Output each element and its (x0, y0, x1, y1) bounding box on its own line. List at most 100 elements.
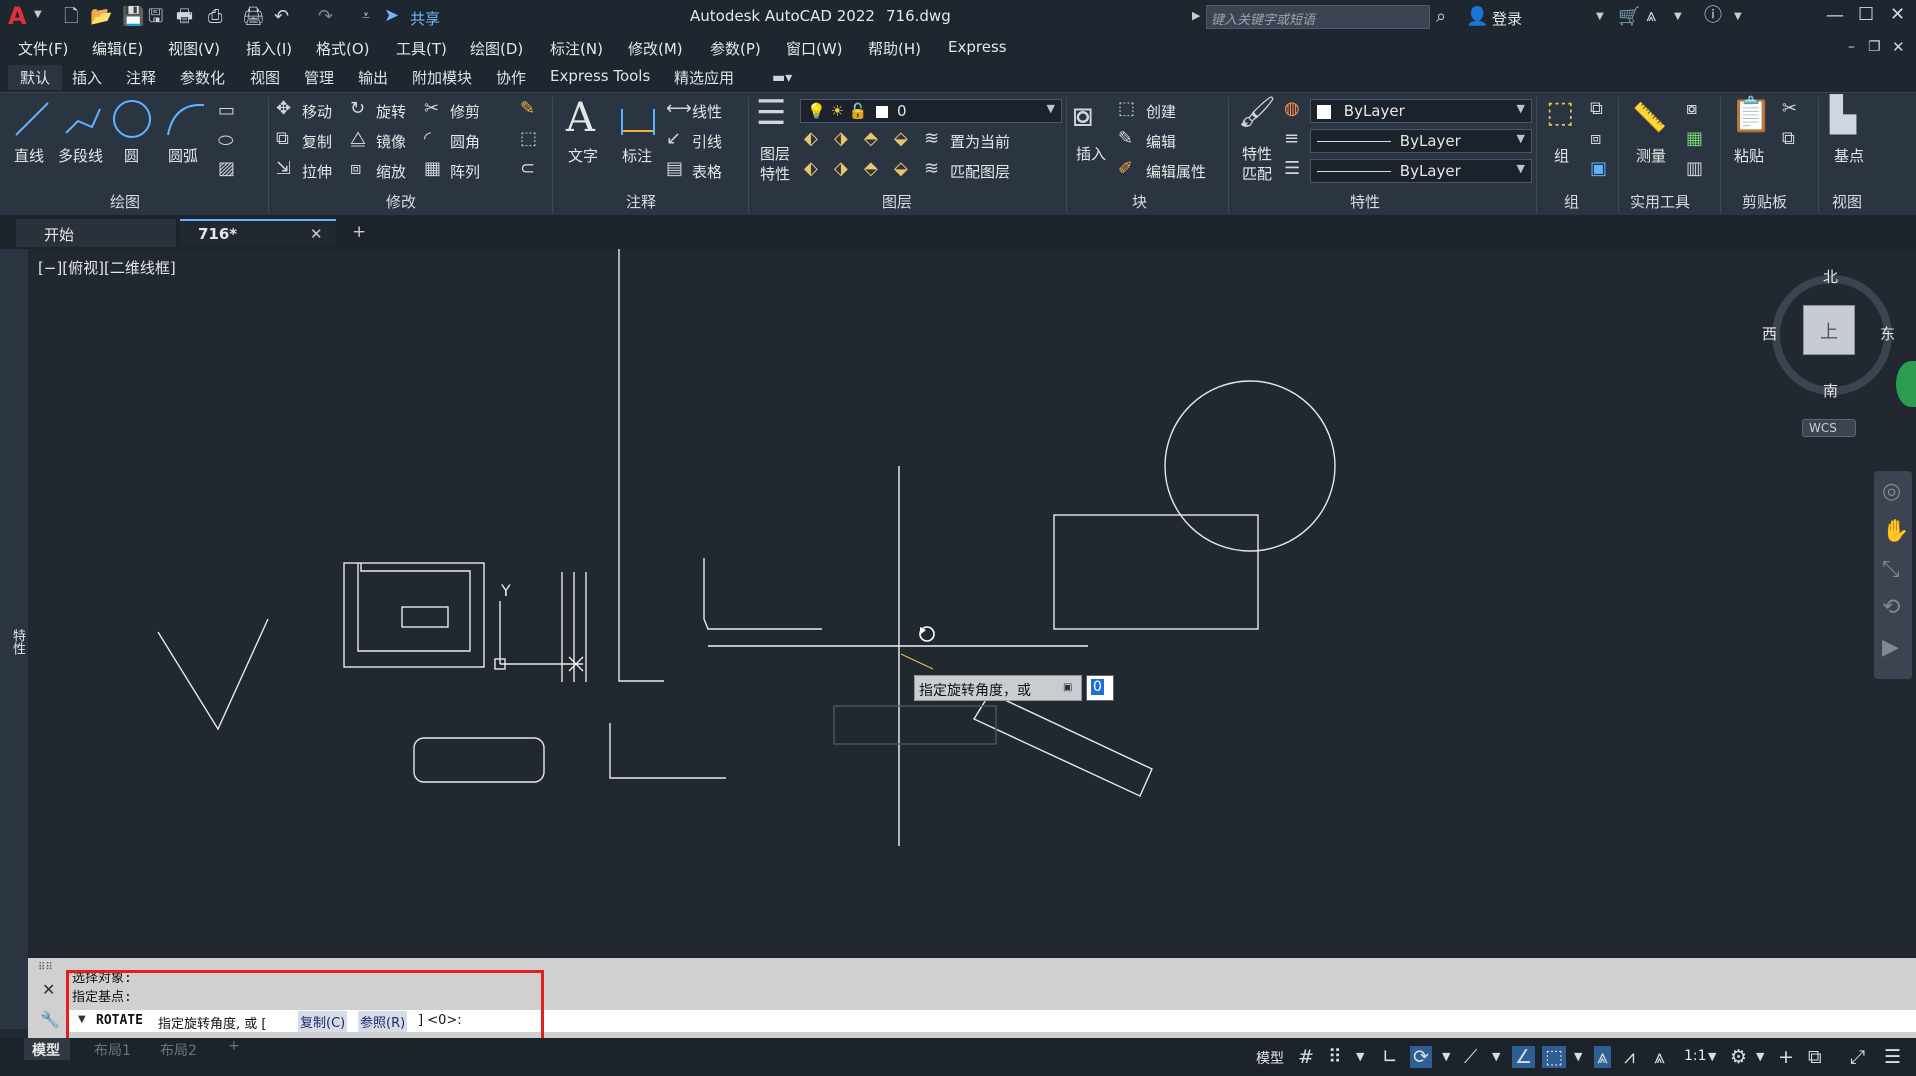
redo-icon[interactable]: ↷ (318, 7, 333, 27)
explode-icon[interactable]: ⬚ (520, 129, 537, 149)
print-icon[interactable]: 🖨 (242, 7, 265, 27)
array-icon[interactable]: ▦ (424, 159, 441, 179)
plot-icon[interactable]: 🖶 (176, 7, 193, 27)
trim-button[interactable]: 修剪 (450, 101, 480, 122)
dimension-icon[interactable] (618, 101, 658, 139)
plus-icon[interactable]: + (1778, 1046, 1794, 1068)
group-button[interactable]: 组 (1554, 145, 1569, 166)
stretch-button[interactable]: 拉伸 (302, 161, 332, 182)
group-layers-label[interactable]: 图层 (882, 191, 912, 212)
polar-icon[interactable]: ⟳ (1410, 1046, 1432, 1068)
group-utilities-label[interactable]: 实用工具 (1630, 191, 1690, 212)
circle-icon[interactable] (110, 97, 154, 141)
menu-edit[interactable]: 编辑(E) (92, 38, 143, 59)
table-button[interactable]: 表格 (692, 161, 722, 182)
text-button[interactable]: 文字 (568, 145, 598, 166)
tab-parametric[interactable]: 参数化 (180, 67, 225, 88)
base-button[interactable]: 基点 (1834, 145, 1864, 166)
select-all-icon[interactable]: ▦ (1686, 129, 1703, 149)
doc-restore-icon[interactable]: ❐ (1868, 37, 1881, 57)
doc-close-icon[interactable]: ✕ (1892, 37, 1905, 57)
side-label[interactable]: 特性 (8, 629, 27, 655)
autodesk-a360-icon[interactable]: ⩓ (1646, 6, 1656, 26)
menu-tools[interactable]: 工具(T) (396, 38, 447, 59)
menu-parametric[interactable]: 参数(P) (710, 38, 761, 59)
ungroup-icon[interactable]: ⧉ (1590, 99, 1603, 119)
layer-properties-icon[interactable]: ☰ (756, 93, 786, 133)
tab-output[interactable]: 输出 (358, 67, 388, 88)
customize-icon[interactable]: 🔧 (40, 1010, 60, 1029)
dimension-button[interactable]: 标注 (622, 145, 652, 166)
group-icon[interactable]: ⬚ (1546, 95, 1574, 131)
drawing-geometry[interactable]: Y (28, 249, 1916, 958)
scale-button[interactable]: 缩放 (376, 161, 406, 182)
showmotion-icon[interactable]: ▶ (1882, 635, 1899, 660)
cut-icon[interactable]: ✂ (1782, 99, 1797, 119)
layer-tool-icon[interactable]: ⬙ (894, 129, 908, 149)
menu-express[interactable]: Express (948, 38, 1007, 56)
cart-icon[interactable]: 🛒 (1618, 7, 1640, 27)
new-layout-icon[interactable]: + (228, 1038, 240, 1054)
model-space-button[interactable]: 模型 (1256, 1048, 1284, 1068)
menu-help[interactable]: 帮助(H) (868, 38, 921, 59)
copy-icon[interactable]: ⧉ (276, 129, 289, 149)
linetype-dropdown[interactable]: ByLayer ▼ (1310, 129, 1532, 153)
menu-draw[interactable]: 绘图(D) (470, 38, 523, 59)
share-button[interactable]: 共享 (410, 8, 440, 29)
minimize-icon[interactable]: — (1826, 6, 1844, 26)
rotate-button[interactable]: 旋转 (376, 101, 406, 122)
model-tab[interactable]: 模型 (24, 1038, 70, 1060)
circle-button[interactable]: 圆 (124, 145, 139, 166)
arc-button[interactable]: 圆弧 (168, 145, 198, 166)
offset-icon[interactable]: ⊂ (520, 159, 535, 179)
lineweight-dropdown[interactable]: ByLayer ▼ (1310, 159, 1532, 183)
group-annotation-label[interactable]: 注释 (626, 191, 656, 212)
set-current-icon[interactable]: ≋ (924, 129, 939, 149)
auto-scale-icon[interactable]: ⩘ (1624, 1046, 1635, 1068)
autocad-logo-icon[interactable]: A (8, 2, 27, 30)
layout2-tab[interactable]: 布局2 (160, 1040, 197, 1060)
object-snap-tracking-icon[interactable]: ∠ (1512, 1046, 1536, 1068)
linear-dim-icon[interactable]: ⟷ (666, 99, 692, 119)
layer-tool-icon[interactable]: ⬗ (834, 129, 848, 149)
stretch-icon[interactable]: ⇲ (276, 159, 291, 179)
maximize-icon[interactable]: ☐ (1858, 5, 1874, 25)
arc-icon[interactable] (164, 99, 208, 139)
chevron-down-icon[interactable]: ▼ (1356, 1050, 1364, 1063)
save-as-icon[interactable]: 🖫 (148, 7, 163, 27)
object-snap-icon[interactable]: ⬚ (1542, 1046, 1566, 1068)
tab-view[interactable]: 视图 (250, 67, 280, 88)
layout1-tab[interactable]: 布局1 (94, 1040, 131, 1060)
share-icon[interactable]: ➤ (384, 6, 399, 26)
chevron-down-icon[interactable]: ▼ (1674, 11, 1682, 22)
match-layer-button[interactable]: 匹配图层 (950, 161, 1010, 182)
customize-menu-icon[interactable]: ☰ (1884, 1046, 1901, 1068)
layer-properties-button-line2[interactable]: 特性 (760, 163, 790, 184)
chevron-down-icon[interactable]: ▼ (1574, 1050, 1582, 1063)
paste-icon[interactable]: 📋 (1730, 95, 1772, 135)
measure-icon[interactable]: 📏 (1632, 101, 1667, 135)
login-button[interactable]: 登录 (1492, 8, 1522, 29)
tab-default[interactable]: 默认 (8, 65, 63, 90)
edit-attributes-icon[interactable]: ✐ (1118, 159, 1133, 179)
chevron-down-icon[interactable]: ▼ (1708, 1050, 1716, 1063)
chevron-down-icon[interactable]: ▼ (34, 9, 42, 20)
tab-insert[interactable]: 插入 (72, 67, 102, 88)
group-select-icon[interactable]: ▣ (1590, 159, 1607, 179)
copy-clip-icon[interactable]: ⧉ (1782, 129, 1795, 149)
doc-minimize-icon[interactable]: – (1848, 37, 1855, 57)
group-draw-label[interactable]: 绘图 (110, 191, 140, 212)
match-properties-icon[interactable]: 🖌 (1238, 95, 1276, 131)
table-icon[interactable]: ▤ (666, 159, 683, 179)
compass-east[interactable]: 东 (1880, 323, 1895, 344)
grid-icon[interactable]: # (1298, 1046, 1314, 1068)
chevron-down-icon[interactable]: ▼ (1442, 1050, 1450, 1063)
create-block-icon[interactable]: ⬚ (1118, 99, 1135, 119)
layer-properties-button-line1[interactable]: 图层 (760, 143, 790, 164)
match-properties-button-line1[interactable]: 特性 (1242, 143, 1272, 164)
annotation-visibility-icon[interactable]: ⩓ (1594, 1046, 1611, 1068)
group-edit-icon[interactable]: ⧈ (1590, 129, 1601, 149)
customize-qat-icon[interactable]: ⩡ (362, 6, 370, 26)
compass-west[interactable]: 西 (1762, 323, 1777, 344)
group-view-label[interactable]: 视图 (1832, 191, 1862, 212)
